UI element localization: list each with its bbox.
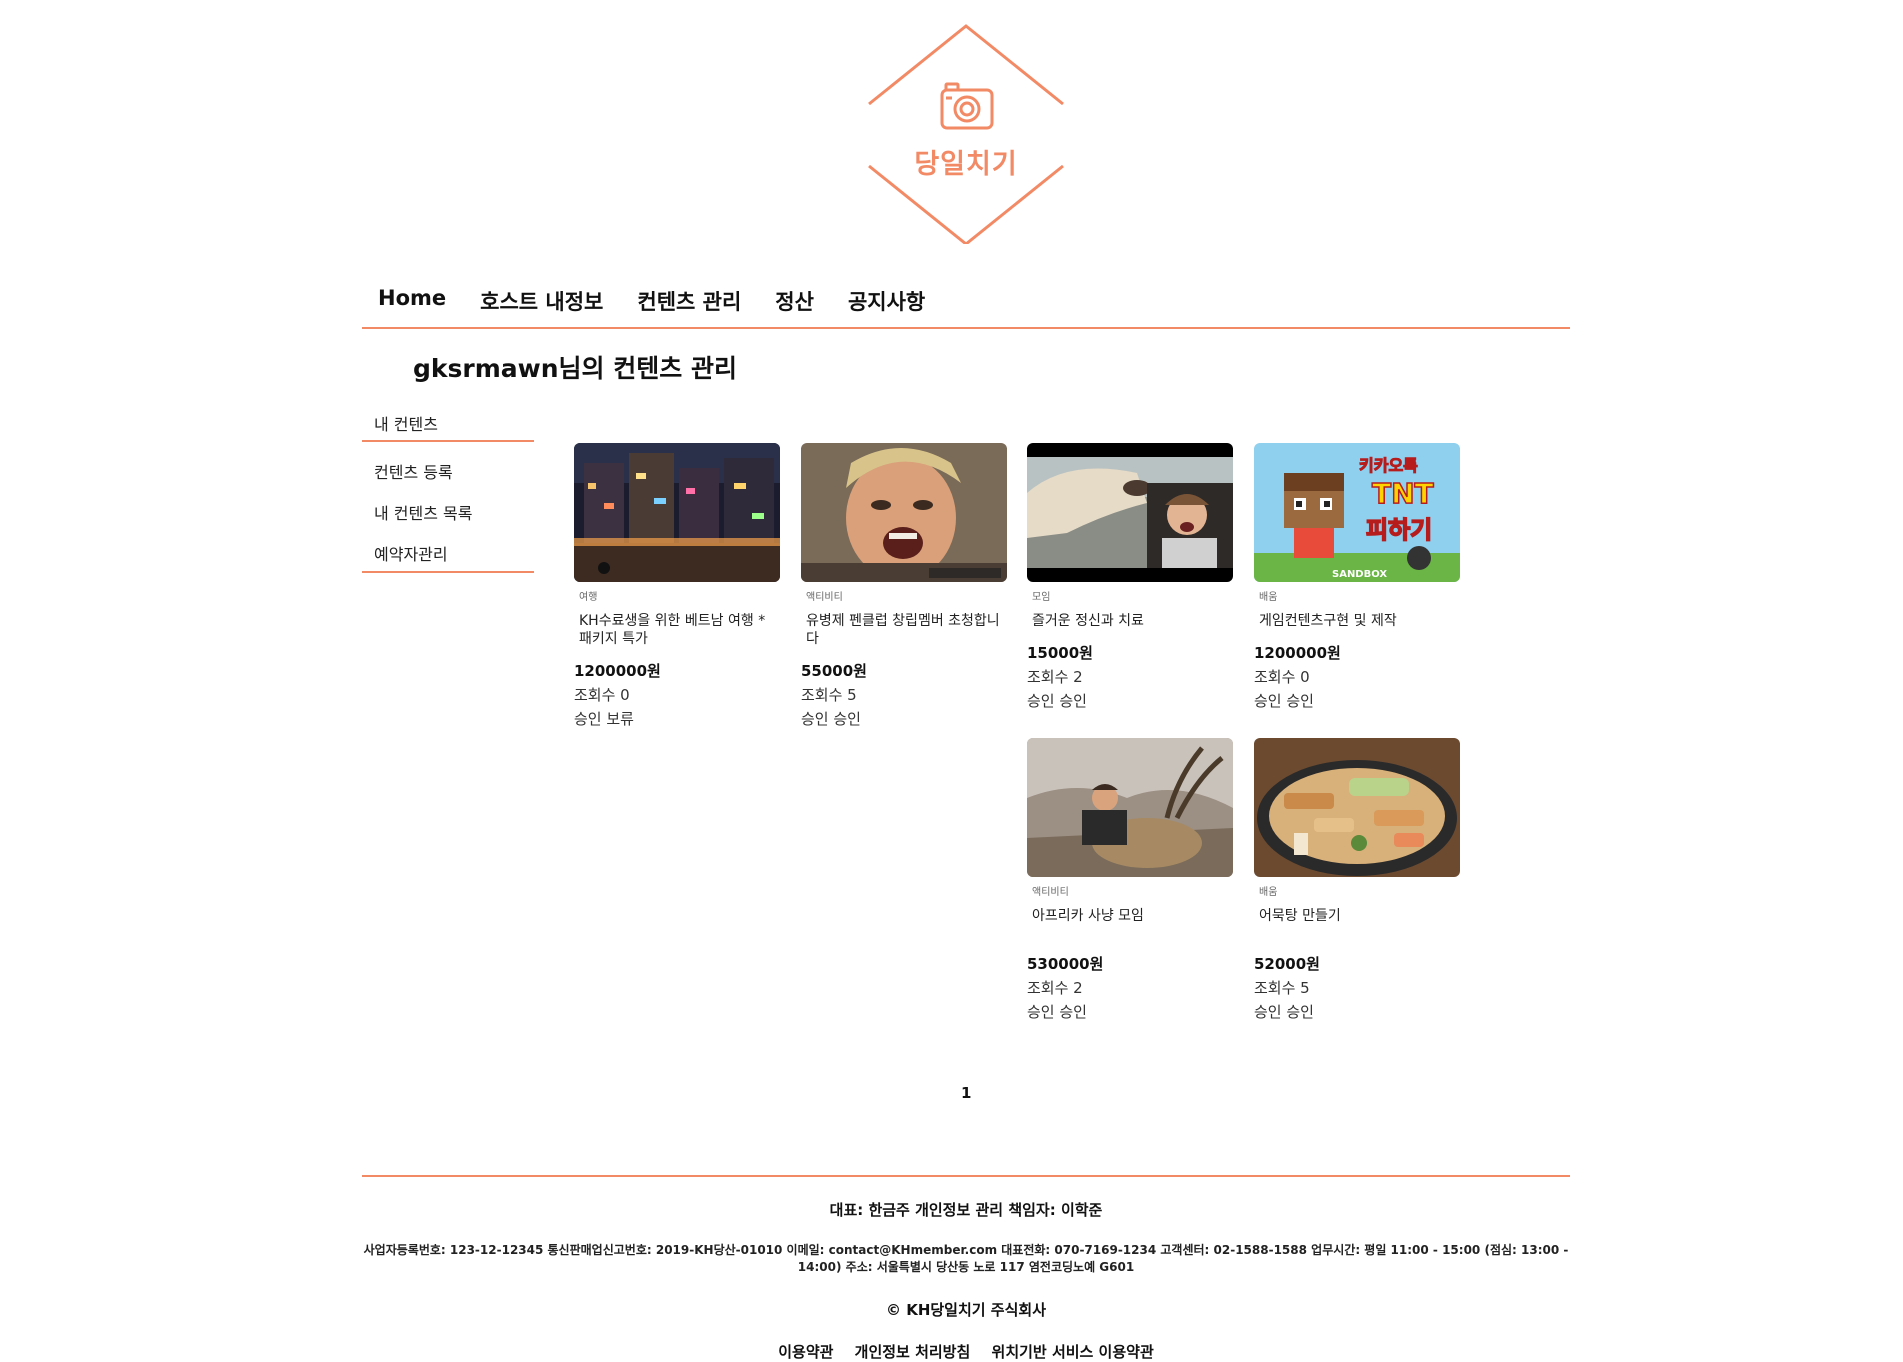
content-price: 15000원 (1027, 644, 1093, 662)
content-category: 액티비티 (806, 592, 843, 603)
content-card[interactable]: 키카오톡 TNT 피하기 SANDBOX 배움 게임컨텐츠구현 및 제작 120… (1254, 443, 1460, 711)
content-price: 1200000원 (1254, 644, 1341, 662)
footer-representative: 대표: 한금주 개인정보 관리 책임자: 이학준 (829, 1201, 1103, 1219)
content-card[interactable]: 모임 즐거운 정신과 치료 15000원 조회수 2 승인 승인 (1027, 443, 1233, 711)
content-views: 조회수 0 (574, 686, 630, 704)
content-card[interactable]: 배움 어묵탕 만들기 52000원 조회수 5 승인 승인 (1254, 738, 1460, 1022)
content-views: 조회수 0 (1254, 668, 1310, 686)
content-views: 조회수 2 (1027, 979, 1083, 997)
footer-link-location-terms[interactable]: 위치기반 서비스 이용약관 (992, 1343, 1154, 1361)
site-logo[interactable]: 당일치기 (866, 24, 1066, 244)
content-views: 조회수 5 (801, 686, 857, 704)
content-views: 조회수 2 (1027, 668, 1083, 686)
nav-content-manage[interactable]: 컨텐츠 관리 (637, 286, 741, 320)
nav-host-info[interactable]: 호스트 내정보 (480, 286, 603, 320)
page-title: gksrmawn님의 컨텐츠 관리 (413, 354, 737, 383)
content-price: 1200000원 (574, 662, 661, 680)
sidebar-item-reservations[interactable]: 예약자관리 (374, 541, 448, 565)
banner-text-kakao: 키카오톡 (1359, 456, 1418, 475)
footer-company-info: 사업자등록번호: 123-12-12345 통신판매업신고번호: 2019-KH… (363, 1243, 1569, 1274)
content-status: 승인 승인 (1254, 1003, 1314, 1021)
sidebar-divider-bottom (362, 571, 534, 573)
content-status: 승인 보류 (574, 710, 634, 728)
footer-links: 이용약관 개인정보 처리방침 위치기반 서비스 이용약관 (362, 1341, 1570, 1362)
content-title[interactable]: 즐거운 정신과 치료 (1032, 612, 1228, 630)
banner-text-tnt: TNT (1372, 477, 1434, 510)
content-status: 승인 승인 (1027, 692, 1087, 710)
nav-notice[interactable]: 공지사항 (848, 286, 925, 320)
content-card[interactable]: 액티비티 아프리카 사냥 모임 530000원 조회수 2 승인 승인 (1027, 738, 1233, 1022)
nav-settlement[interactable]: 정산 (775, 286, 814, 320)
content-category: 여행 (579, 592, 598, 603)
content-status: 승인 승인 (1027, 1003, 1087, 1021)
page: 당일치기 Home 호스트 내정보 컨텐츠 관리 정산 공지사항 gksrmaw… (0, 0, 1903, 1362)
fishcake-soup-photo[interactable] (1254, 738, 1460, 877)
camera-icon (940, 82, 994, 130)
nav-divider (362, 327, 1570, 329)
content-title[interactable]: KH수료생을 위한 베트남 여행 * 패키지 특가 (579, 612, 775, 648)
content-price: 530000원 (1027, 955, 1104, 973)
content-category: 배움 (1259, 592, 1278, 603)
tnt-game-banner[interactable]: 키카오톡 TNT 피하기 SANDBOX (1254, 443, 1460, 582)
content-category: 배움 (1259, 887, 1278, 898)
footer-divider (362, 1175, 1570, 1177)
content-title[interactable]: 어묵탕 만들기 (1259, 907, 1455, 925)
content-status: 승인 승인 (801, 710, 861, 728)
content-title[interactable]: 게임컨텐츠구현 및 제작 (1259, 612, 1455, 630)
logo-text: 당일치기 (914, 149, 1018, 180)
top-nav: Home 호스트 내정보 컨텐츠 관리 정산 공지사항 (362, 286, 942, 320)
sidebar-item-register[interactable]: 컨텐츠 등록 (374, 459, 453, 483)
nav-home[interactable]: Home (378, 286, 446, 320)
content-title[interactable]: 아프리카 사냥 모임 (1032, 907, 1228, 925)
sidebar-divider-top (362, 440, 534, 442)
content-card[interactable]: 액티비티 유병제 펜클럽 창립멤버 초청합니다 55000원 조회수 5 승인 … (801, 443, 1007, 729)
footer-link-privacy[interactable]: 개인정보 처리방침 (855, 1343, 971, 1361)
content-price: 52000원 (1254, 955, 1320, 973)
sidebar-header: 내 컨텐츠 (374, 415, 438, 434)
shouting-man-photo[interactable] (801, 443, 1007, 582)
content-status: 승인 승인 (1254, 692, 1314, 710)
logo-diamond-icon (868, 24, 1064, 244)
horse-car-photo[interactable] (1027, 443, 1233, 582)
content-title[interactable]: 유병제 펜클럽 창립멤버 초청합니다 (806, 612, 1002, 648)
hunter-goat-photo[interactable] (1027, 738, 1233, 877)
content-views: 조회수 5 (1254, 979, 1310, 997)
banner-text-sandbox: SANDBOX (1332, 569, 1387, 580)
content-category: 모임 (1032, 592, 1051, 603)
footer-copyright: © KH당일치기 주식회사 (885, 1301, 1047, 1319)
night-street-photo[interactable] (574, 443, 780, 582)
content-category: 액티비티 (1032, 887, 1069, 898)
footer-link-terms[interactable]: 이용약관 (778, 1343, 833, 1361)
sidebar-item-content-list[interactable]: 내 컨텐츠 목록 (374, 500, 473, 524)
pagination-page-1[interactable]: 1 (961, 1084, 971, 1102)
content-card[interactable]: 여행 KH수료생을 위한 베트남 여행 * 패키지 특가 1200000원 조회… (574, 443, 780, 729)
content-price: 55000원 (801, 662, 867, 680)
banner-text-avoid: 피하기 (1366, 516, 1432, 544)
